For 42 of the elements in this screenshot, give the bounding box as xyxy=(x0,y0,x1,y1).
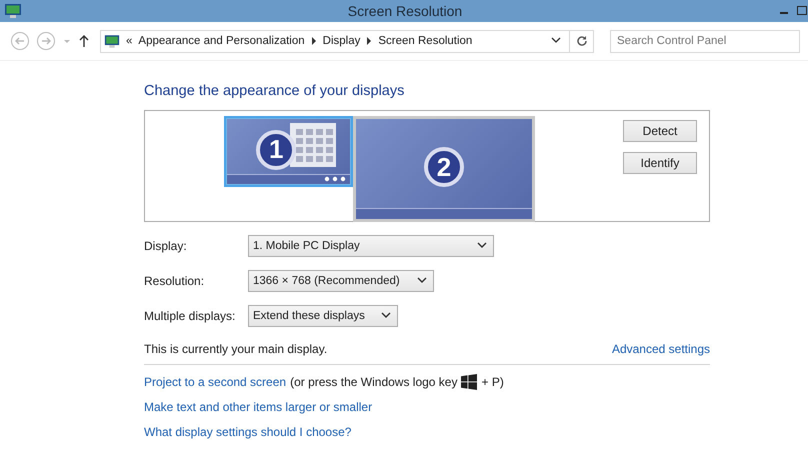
setting-label: Multiple displays: xyxy=(144,309,236,323)
dropdown[interactable]: 1. Mobile PC Display xyxy=(248,235,494,257)
windows-logo-icon xyxy=(461,374,478,390)
monitor-tile[interactable]: 2 xyxy=(353,116,535,222)
refresh-button[interactable] xyxy=(570,30,594,52)
help-link[interactable]: Make text and other items larger or smaller xyxy=(144,400,372,414)
monitor-icon xyxy=(104,34,120,48)
advanced-settings-link[interactable]: Advanced settings xyxy=(612,342,710,356)
overflow-chevron[interactable]: « xyxy=(126,35,132,47)
refresh-icon xyxy=(576,35,588,47)
monitor-icon xyxy=(4,3,22,19)
status-text: This is currently your main display. xyxy=(144,342,328,356)
help-link[interactable]: What display settings should I choose? xyxy=(144,425,352,439)
monitor-tile[interactable]: 1 xyxy=(224,116,353,187)
dots-icon xyxy=(324,176,346,182)
search-field[interactable]: Search Control Panel xyxy=(610,30,800,52)
chevron-down-icon xyxy=(477,242,487,250)
hint-text: (or press the Windows logo key xyxy=(290,375,458,389)
breadcrumb[interactable]: Screen Resolution xyxy=(378,35,472,47)
setting-label: Resolution: xyxy=(144,274,206,288)
dropdown-icon[interactable] xyxy=(551,37,561,45)
dropdown[interactable]: Extend these displays xyxy=(248,305,398,327)
maximize-icon[interactable] xyxy=(796,6,808,16)
address-bar[interactable]: « Appearance and Personalization Display Screen Resolution xyxy=(100,30,570,52)
breadcrumb[interactable]: Appearance and Personalization xyxy=(138,35,305,47)
action-button[interactable]: Identify xyxy=(623,152,697,174)
up-icon[interactable] xyxy=(78,34,90,48)
chevron-down-icon xyxy=(417,277,427,285)
window-title: Screen Resolution xyxy=(346,3,464,19)
hint-text: + P) xyxy=(481,375,504,389)
page-heading: Change the appearance of your displays xyxy=(144,83,406,99)
monitor-number: 2 xyxy=(424,147,464,187)
project-link[interactable]: Project to a second screen xyxy=(144,375,286,389)
action-button[interactable]: Detect xyxy=(623,120,697,142)
calendar-icon xyxy=(290,123,336,167)
chevron-down-icon xyxy=(381,312,391,320)
breadcrumb[interactable]: Display xyxy=(322,35,360,47)
dropdown[interactable]: 1366 × 768 (Recommended) xyxy=(248,270,434,292)
chevron-icon[interactable] xyxy=(310,37,317,45)
setting-label: Display: xyxy=(144,239,188,253)
chevron-icon[interactable] xyxy=(366,37,372,45)
monitor-number: 1 xyxy=(256,130,296,170)
